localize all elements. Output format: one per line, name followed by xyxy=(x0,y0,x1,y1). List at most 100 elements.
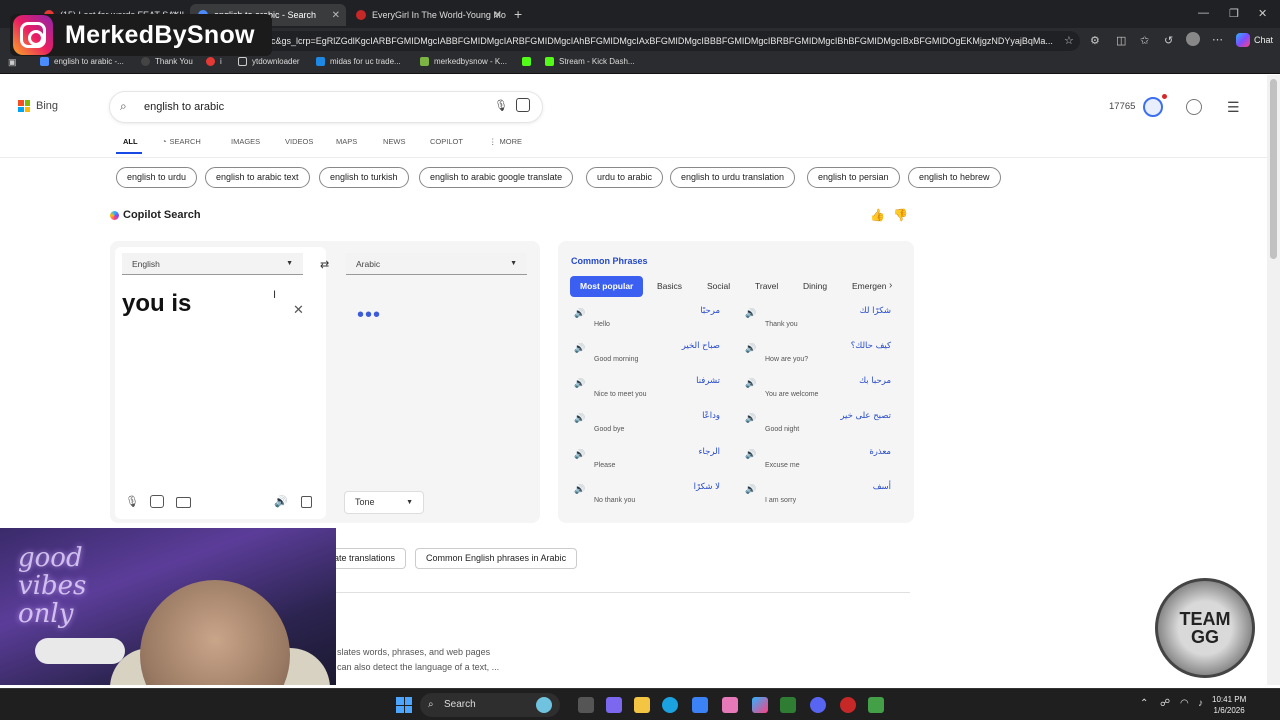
tone-select[interactable]: Tone ▼ xyxy=(344,491,424,514)
phrase-item[interactable]: 🔊 الرجاء Please xyxy=(560,447,724,479)
phrase-tab-most-popular[interactable]: Most popular xyxy=(570,276,644,297)
scrollbar-thumb[interactable] xyxy=(1270,79,1277,259)
address-bar[interactable]: bic&gs_lcrp=EgRlZGdlKgcIARBFGMIDMgcIABBF… xyxy=(250,31,1080,51)
edge-icon[interactable] xyxy=(662,697,678,713)
close-window-icon[interactable]: ✕ xyxy=(1258,7,1267,20)
page-scrollbar[interactable] xyxy=(1267,75,1280,685)
tray-chevron-icon[interactable]: ⌃ xyxy=(1140,698,1148,709)
profile-avatar[interactable] xyxy=(1186,32,1200,46)
source-language-select[interactable]: English ▼ xyxy=(122,253,303,275)
microphone-icon[interactable]: 🎙 xyxy=(125,495,139,508)
related-chip[interactable]: Common English phrases in Arabic xyxy=(415,548,578,569)
search-box[interactable]: ⌕ english to arabic 🎙 xyxy=(110,92,542,122)
browser-tab[interactable]: EveryGirl In The World-Young Mo ✕ xyxy=(348,4,508,26)
rewards-points[interactable]: 17765 xyxy=(1109,101,1135,112)
rewards-medal-icon[interactable] xyxy=(1143,97,1163,117)
speaker-icon[interactable]: 🔊 xyxy=(574,343,585,354)
start-button-icon[interactable] xyxy=(396,697,412,713)
tab-search[interactable]: ◔ SEARCH xyxy=(162,137,201,146)
tab-actions-icon[interactable]: ▣ xyxy=(8,57,17,68)
swap-languages-icon[interactable]: ⇄ xyxy=(320,258,329,271)
tab-maps[interactable]: MAPS xyxy=(336,137,357,146)
speaker-icon[interactable]: 🔊 xyxy=(745,449,756,460)
microphone-icon[interactable]: 🎙 xyxy=(494,99,508,112)
wifi-icon[interactable]: ◠ xyxy=(1180,698,1189,709)
related-search-chip[interactable]: urdu to arabic xyxy=(586,167,664,188)
related-search-chip[interactable]: english to turkish xyxy=(319,167,409,188)
tab-more[interactable]: ⋮ MORE xyxy=(489,137,522,146)
phrase-item[interactable]: 🔊 لا شكرًا No thank you xyxy=(560,482,724,514)
phrase-item[interactable]: 🔊 وداعًا Good bye xyxy=(560,411,724,443)
speaker-icon[interactable]: 🔊 xyxy=(745,484,756,495)
phrase-item[interactable]: 🔊 مرحبًا Hello xyxy=(560,306,724,338)
bookmark-item[interactable]: merkedbysnow - K... xyxy=(420,57,507,66)
bookmark-item[interactable]: midas for uc trade... xyxy=(316,57,401,66)
phrase-item[interactable]: 🔊 صباح الخير Good morning xyxy=(560,341,724,373)
task-view-icon[interactable] xyxy=(578,697,594,713)
speaker-icon[interactable]: 🔊 xyxy=(745,413,756,424)
tab-copilot[interactable]: COPILOT xyxy=(430,137,463,146)
source-text-input[interactable]: you is xyxy=(122,290,191,318)
phrase-item[interactable]: 🔊 معذرة Excuse me xyxy=(731,447,895,479)
widgets-icon[interactable] xyxy=(536,697,552,713)
related-search-chip[interactable]: english to arabic text xyxy=(205,167,310,188)
clear-text-icon[interactable]: ✕ xyxy=(293,302,304,318)
related-chip[interactable]: ate translations xyxy=(324,548,407,569)
speaker-icon[interactable]: 🔊 xyxy=(574,484,585,495)
chevron-right-icon[interactable]: › xyxy=(889,280,892,291)
tab-images[interactable]: IMAGES xyxy=(231,137,260,146)
account-avatar[interactable] xyxy=(1186,99,1202,115)
speaker-icon[interactable]: 🔊 xyxy=(574,308,585,319)
minimize-icon[interactable]: — xyxy=(1198,7,1209,19)
copilot-icon[interactable] xyxy=(1236,33,1250,47)
network-icon[interactable]: ☍ xyxy=(1160,698,1170,709)
phrase-tab-travel[interactable]: Travel xyxy=(745,276,788,297)
bookmark-item[interactable]: ytdownloader xyxy=(238,57,300,66)
speaker-icon[interactable]: 🔊 xyxy=(574,413,585,424)
taskbar-clock[interactable]: 10:41 PM 1/6/2026 xyxy=(1212,694,1246,716)
speaker-icon[interactable]: 🔊 xyxy=(745,308,756,319)
related-search-chip[interactable]: english to hebrew xyxy=(908,167,1001,188)
bookmark-item[interactable]: Thank You xyxy=(141,57,193,66)
new-tab-icon[interactable]: + xyxy=(514,6,522,22)
discord-icon[interactable] xyxy=(810,697,826,713)
app-icon[interactable] xyxy=(840,697,856,713)
phrase-tab-emergency[interactable]: Emergen xyxy=(842,276,887,297)
speaker-icon[interactable]: 🔊 xyxy=(745,378,756,389)
teams-icon[interactable] xyxy=(606,697,622,713)
speaker-icon[interactable]: 🔊 xyxy=(274,495,288,508)
notepad-icon[interactable] xyxy=(868,697,884,713)
phrase-tab-basics[interactable]: Basics xyxy=(647,276,692,297)
favorite-star-icon[interactable]: ☆ xyxy=(1064,34,1074,47)
hamburger-menu-icon[interactable]: ☰ xyxy=(1227,99,1240,116)
speaker-icon[interactable]: 🔊 xyxy=(745,343,756,354)
phrase-item[interactable]: 🔊 شكرًا لك Thank you xyxy=(731,306,895,338)
visual-search-icon[interactable] xyxy=(516,98,530,112)
tab-videos[interactable]: VIDEOS xyxy=(285,137,313,146)
phrase-item[interactable]: 🔊 أسف I am sorry xyxy=(731,482,895,514)
volume-icon[interactable]: ♪ xyxy=(1198,698,1203,709)
history-icon[interactable]: ↺ xyxy=(1164,34,1173,47)
tab-all[interactable]: ALL xyxy=(123,137,138,146)
copy-icon[interactable] xyxy=(301,496,312,508)
phrase-item[interactable]: 🔊 مرحبا بك You are welcome xyxy=(731,376,895,408)
favorites-icon[interactable]: ✩ xyxy=(1140,34,1149,47)
more-menu-icon[interactable]: ⋯ xyxy=(1212,33,1223,46)
phrase-item[interactable]: 🔊 تصبح على خير Good night xyxy=(731,411,895,443)
copilot-icon[interactable] xyxy=(752,697,768,713)
chat-button[interactable]: Chat xyxy=(1254,35,1273,45)
target-language-select[interactable]: Arabic ▼ xyxy=(346,253,527,275)
split-screen-icon[interactable]: ◫ xyxy=(1116,34,1126,47)
phrase-tab-social[interactable]: Social xyxy=(697,276,740,297)
phrase-item[interactable]: 🔊 كيف حالك؟ How are you? xyxy=(731,341,895,373)
bookmark-item[interactable]: i xyxy=(206,57,222,66)
related-search-chip[interactable]: english to arabic google translate xyxy=(419,167,574,188)
related-search-chip[interactable]: english to persian xyxy=(807,167,900,188)
bing-logo[interactable]: Bing xyxy=(18,100,58,112)
keyboard-icon[interactable] xyxy=(176,497,191,508)
speaker-icon[interactable]: 🔊 xyxy=(574,378,585,389)
thumbs-down-icon[interactable]: 👎 xyxy=(893,208,916,222)
xbox-icon[interactable] xyxy=(780,697,796,713)
camera-translate-icon[interactable] xyxy=(150,495,164,508)
app-icon[interactable] xyxy=(722,697,738,713)
